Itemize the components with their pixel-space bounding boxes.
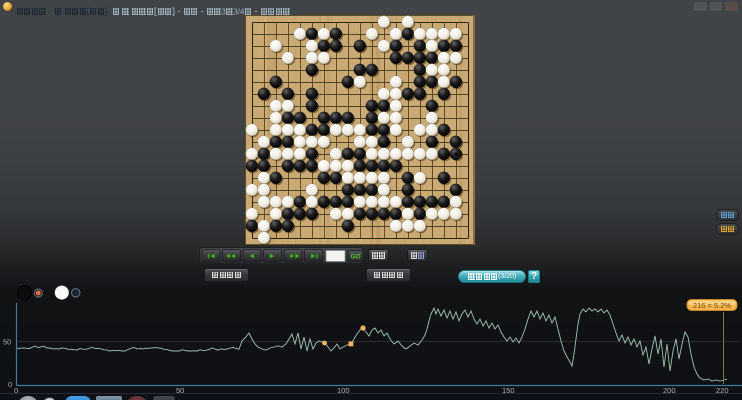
- svg-text:200: 200: [663, 386, 676, 393]
- svg-text:0: 0: [8, 380, 12, 389]
- svg-text:150: 150: [502, 386, 515, 393]
- svg-text:216 = 5.2%: 216 = 5.2%: [693, 301, 731, 310]
- svg-text:50: 50: [176, 386, 184, 393]
- svg-text:100: 100: [337, 386, 350, 393]
- svg-text:GO: GO: [350, 254, 360, 261]
- svg-text:220: 220: [716, 386, 729, 393]
- svg-text:0: 0: [14, 386, 18, 393]
- svg-text:50: 50: [3, 338, 11, 347]
